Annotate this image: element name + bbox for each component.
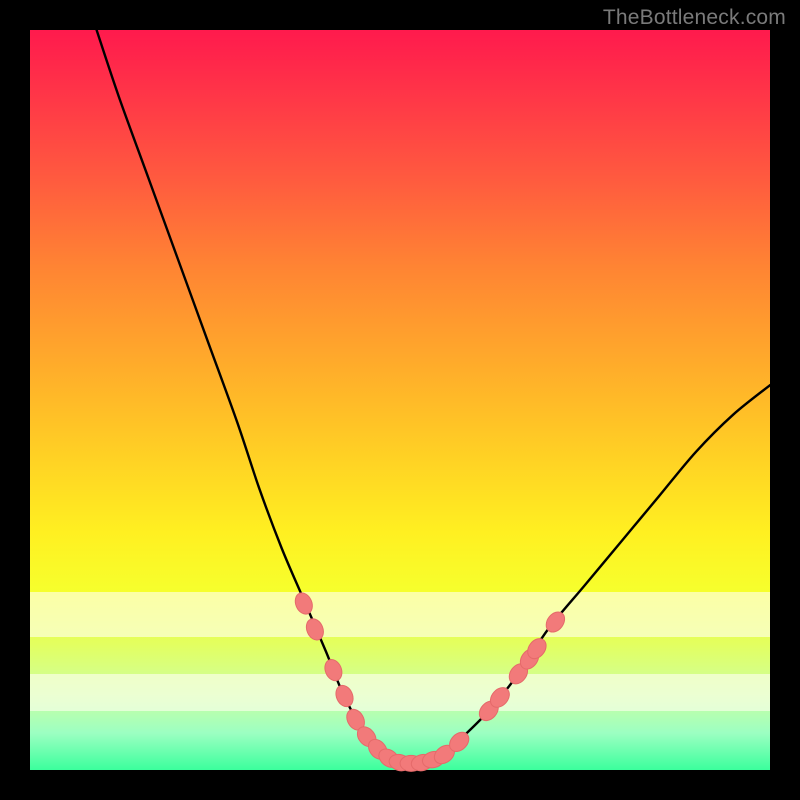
curve-marker — [292, 590, 315, 617]
bottleneck-curve — [97, 30, 770, 763]
curve-marker — [333, 683, 357, 710]
chart-frame: TheBottleneck.com — [0, 0, 800, 800]
curve-markers — [292, 590, 568, 773]
curve-svg — [30, 30, 770, 770]
plot-area — [30, 30, 770, 770]
curve-marker — [303, 616, 326, 642]
curve-marker — [322, 657, 345, 683]
watermark-text: TheBottleneck.com — [603, 6, 786, 30]
